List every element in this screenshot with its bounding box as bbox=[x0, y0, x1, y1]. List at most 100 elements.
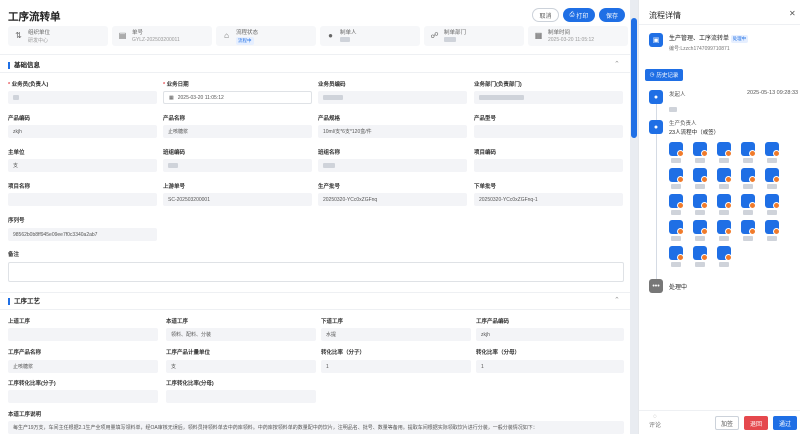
shift-name-field[interactable] bbox=[318, 159, 467, 172]
approver-avatar[interactable] bbox=[765, 142, 780, 157]
section-basic: 基础信息 bbox=[8, 62, 40, 69]
unit-field[interactable]: 支 bbox=[8, 159, 157, 172]
workflow-no: 编号:Lzzch1747099710871 bbox=[669, 46, 730, 52]
org-icon: ⇅ bbox=[15, 31, 22, 40]
print-icon: ⎙ bbox=[569, 11, 575, 18]
approver-avatar[interactable] bbox=[693, 246, 708, 261]
approver-avatar[interactable] bbox=[765, 220, 780, 235]
workflow-status-badge: 处理中 bbox=[730, 35, 749, 43]
approver-name bbox=[743, 158, 753, 163]
batch-field[interactable]: 20250320-YCc0xZGFnq bbox=[318, 193, 467, 206]
approver-avatar[interactable] bbox=[717, 142, 732, 157]
approver-avatar[interactable] bbox=[669, 142, 684, 157]
chevron-up-icon[interactable]: ⌃ bbox=[614, 60, 620, 68]
approver-name bbox=[671, 184, 681, 189]
process-product-code-field[interactable]: zkjh bbox=[476, 328, 624, 341]
cur-process-field[interactable]: 领料、配料、分装 bbox=[166, 328, 316, 341]
approver-avatar[interactable] bbox=[717, 194, 732, 209]
approver-avatar[interactable] bbox=[741, 168, 756, 183]
pass-button[interactable]: 通过 bbox=[773, 416, 797, 430]
spec-field[interactable]: 10ml/支*6支*120盒/件 bbox=[318, 125, 467, 138]
approver-name bbox=[743, 184, 753, 189]
close-icon[interactable]: ✕ bbox=[789, 9, 796, 18]
flow-icon: ⌂ bbox=[224, 31, 229, 40]
approver-avatar[interactable] bbox=[717, 168, 732, 183]
cancel-button[interactable]: 取消 bbox=[532, 8, 559, 22]
salesman-field[interactable] bbox=[8, 91, 157, 104]
scrollbar[interactable] bbox=[630, 0, 638, 434]
approver-name bbox=[695, 158, 705, 163]
ratio-denominator-field[interactable]: 1 bbox=[476, 360, 624, 373]
approver-name bbox=[719, 236, 729, 241]
process-desc-field[interactable]: 每生产19万支，车间主任根据2.1生产全项用量填写领料单，经OA审核无误后，领料… bbox=[8, 421, 624, 434]
approver-name bbox=[719, 158, 729, 163]
salesman-code-field[interactable] bbox=[318, 91, 467, 104]
status-badge: 流程中 bbox=[236, 37, 254, 45]
panel-title: 流程详情 bbox=[649, 11, 681, 20]
scroll-thumb[interactable] bbox=[631, 18, 637, 138]
save-button[interactable]: 保存 bbox=[599, 8, 625, 22]
product-name-field[interactable]: 止咳糖浆 bbox=[163, 125, 312, 138]
info-card-dept: ☍ 制单部门 bbox=[424, 26, 524, 46]
approver-name bbox=[719, 262, 729, 267]
add-sign-button[interactable]: 加签 bbox=[715, 416, 739, 430]
approver-avatar[interactable] bbox=[693, 194, 708, 209]
approver-name bbox=[671, 262, 681, 267]
approver-name bbox=[767, 158, 777, 163]
approver-avatar[interactable] bbox=[669, 246, 684, 261]
approver-name bbox=[671, 210, 681, 215]
project-code-field[interactable] bbox=[474, 159, 623, 172]
prev-process-field[interactable] bbox=[8, 328, 158, 341]
approver-avatar[interactable] bbox=[765, 168, 780, 183]
return-button[interactable]: 退回 bbox=[744, 416, 768, 430]
info-card-status: ⌂ 流程状态 流程中 bbox=[216, 26, 316, 46]
comment-button[interactable]: ◌ 评论 bbox=[649, 414, 661, 429]
approver-name bbox=[695, 262, 705, 267]
history-icon: ◷ bbox=[649, 72, 655, 78]
model-field[interactable] bbox=[474, 125, 623, 138]
next-process-field[interactable]: 水提 bbox=[321, 328, 471, 341]
approver-name bbox=[671, 236, 681, 241]
workflow-name: 生产管理、工序流转单 bbox=[669, 36, 730, 42]
approver-name bbox=[743, 236, 753, 241]
approver-avatar[interactable] bbox=[693, 168, 708, 183]
approver-avatar[interactable] bbox=[741, 142, 756, 157]
approver-avatar[interactable] bbox=[717, 246, 732, 261]
process-ratio-num-field[interactable] bbox=[8, 390, 158, 403]
approver-avatar[interactable] bbox=[693, 142, 708, 157]
approver-avatar[interactable] bbox=[669, 194, 684, 209]
info-card-org: ⇅ 组织单位 研发中心 bbox=[8, 26, 108, 46]
upstream-field[interactable]: SC-202503200001 bbox=[163, 193, 312, 206]
approver-name bbox=[671, 158, 681, 163]
chevron-up-icon[interactable]: ⌃ bbox=[614, 296, 620, 304]
process-product-name-field[interactable]: 止咳糖浆 bbox=[8, 360, 158, 373]
remark-textarea[interactable] bbox=[8, 262, 624, 282]
approver-avatar[interactable] bbox=[741, 220, 756, 235]
dept-field[interactable] bbox=[474, 91, 623, 104]
project-name-field[interactable] bbox=[8, 193, 157, 206]
history-button[interactable]: ◷ 历史记录 bbox=[645, 69, 683, 81]
approver-name bbox=[695, 236, 705, 241]
info-card-number: ▤ 单号 GYLZ-202503200011 bbox=[112, 26, 212, 46]
approver-avatar[interactable] bbox=[741, 194, 756, 209]
serial-field[interactable]: 98562b0b8ff945e09ee7f0c3340a2ab7 bbox=[8, 228, 157, 241]
process-unit-field[interactable]: 支 bbox=[166, 360, 316, 373]
approver-avatar[interactable] bbox=[765, 194, 780, 209]
info-card-time: ▦ 制单时间 2025-03-20 11:05:12 bbox=[528, 26, 628, 46]
approver-name bbox=[695, 184, 705, 189]
print-button[interactable]: ⎙ 打印 bbox=[563, 8, 595, 22]
dept-icon: ☍ bbox=[430, 31, 439, 40]
ratio-numerator-field[interactable]: 1 bbox=[321, 360, 471, 373]
approver-name bbox=[743, 210, 753, 215]
approver-avatar[interactable] bbox=[717, 220, 732, 235]
bizdate-field[interactable]: ▦ 2025-03-20 11:05:12 bbox=[163, 91, 312, 104]
approver-avatar[interactable] bbox=[669, 168, 684, 183]
approver-avatar[interactable] bbox=[669, 220, 684, 235]
approver-avatar[interactable] bbox=[693, 220, 708, 235]
shift-code-field[interactable] bbox=[163, 159, 312, 172]
product-code-field[interactable]: zkjh bbox=[8, 125, 157, 138]
lower-batch-field[interactable]: 20250320-YCc0xZGFnq-1 bbox=[474, 193, 623, 206]
workflow-panel: 流程详情 ✕ ▣ 生产管理、工序流转单 处理中 编号:Lzzch17470997… bbox=[638, 0, 800, 434]
process-ratio-den-field[interactable] bbox=[166, 390, 316, 403]
page-title: 工序流转单 bbox=[8, 11, 61, 23]
